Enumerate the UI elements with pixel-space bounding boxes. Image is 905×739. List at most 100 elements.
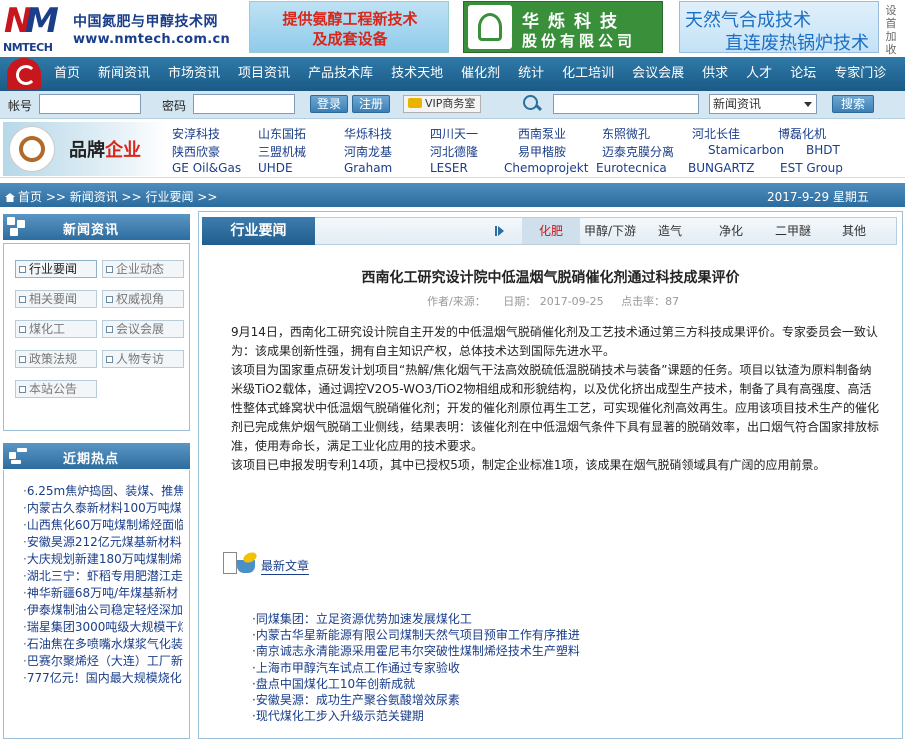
hot-item[interactable]: ·湖北三宁：虾稻专用肥潜江走 (23, 567, 183, 584)
hot-item[interactable]: ·石油焦在多喷嘴水煤浆气化装 (23, 635, 183, 652)
hot-item[interactable]: ·瑞星集团3000吨级大规模干煤 (23, 618, 183, 635)
brand-link[interactable]: 安淳科技 (172, 125, 258, 142)
home-link[interactable]: 首 (884, 17, 898, 30)
latest-article-item[interactable]: ·同煤集团：立足资源优势加速发展煤化工 (252, 611, 580, 627)
add-favorite-link[interactable]: 加 (884, 30, 898, 43)
nav-conferences[interactable]: 会议会展 (623, 57, 693, 91)
main-nav: 首页 新闻资讯 市场资讯 项目资讯 产品技术库 技术天地 催化剂 统计 化工培训… (0, 57, 905, 91)
brand-link[interactable]: 河北长佳 (692, 125, 778, 142)
nav-talent[interactable]: 人才 (737, 57, 781, 91)
brand-link[interactable]: EST Group (780, 161, 843, 175)
news-link-related[interactable]: 相关要闻 (15, 290, 97, 308)
latest-article-item[interactable]: ·现代煤化工步入升级示范关键期 (252, 708, 580, 724)
brand-link[interactable]: GE Oil&Gas (172, 161, 258, 175)
nav-catalyst[interactable]: 催化剂 (452, 57, 509, 91)
nav-forum[interactable]: 论坛 (781, 57, 825, 91)
tab-purification[interactable]: 净化 (700, 218, 762, 244)
hot-item[interactable]: ·安徽昊源212亿元煤基新材料 (23, 533, 183, 550)
brand-link[interactable]: UHDE (258, 161, 344, 175)
tab-gasification[interactable]: 造气 (640, 218, 700, 244)
hot-item[interactable]: ·6.25m焦炉捣固、装煤、推焦 (23, 482, 183, 499)
search-category-select[interactable]: 新闻资讯 (709, 94, 817, 114)
set-homepage-link[interactable]: 设 (884, 4, 898, 17)
news-link-authority[interactable]: 权威视角 (102, 290, 184, 308)
brand-link[interactable]: Stamicarbon (708, 143, 806, 160)
nav-product-library[interactable]: 产品技术库 (299, 57, 382, 91)
nav-market[interactable]: 市场资讯 (159, 57, 229, 91)
ad1-line1: 提供氨醇工程新技术 (282, 10, 418, 28)
banner-ad-gas-synthesis[interactable]: 天然气合成技术 直连废热锅炉技术 (679, 1, 879, 54)
brand-link[interactable]: 山东国拓 (258, 125, 344, 142)
category-value: 新闻资讯 (713, 97, 762, 111)
brand-link[interactable]: BHDT (806, 143, 840, 160)
latest-article-item[interactable]: ·内蒙古华星新能源有限公司煤制天然气项目预审工作有序推进 (252, 627, 580, 643)
news-link-coal-chemical[interactable]: 煤化工 (15, 320, 97, 338)
hot-item[interactable]: ·山西焦化60万吨煤制烯烃面临 (23, 516, 183, 533)
search-button[interactable]: 搜索 (832, 95, 875, 113)
brand-link[interactable]: Chemoprojekt (504, 161, 596, 175)
vip-room-button[interactable]: VIP商务室 (403, 95, 482, 113)
brand-link[interactable]: 三盟机械 (258, 143, 344, 160)
tab-dme[interactable]: 二甲醚 (762, 218, 824, 244)
vip-icon (408, 98, 422, 108)
brand-link[interactable]: 东照微孔 (602, 125, 692, 142)
latest-article-item[interactable]: ·安徽昊源：成功生产聚谷氨酸增效尿素 (252, 692, 580, 708)
brand-link[interactable]: 华烁科技 (344, 125, 430, 142)
nav-supply[interactable]: 供求 (693, 57, 737, 91)
nav-experts[interactable]: 专家门诊 (825, 57, 895, 91)
bookmark-link[interactable]: 收 (884, 43, 898, 56)
tab-fertilizer[interactable]: 化肥 (522, 218, 580, 244)
brand-row-1: 安淳科技 山东国拓 华烁科技 四川天一 西南泵业 东照微孔 河北长佳 博磊化机 (172, 125, 826, 142)
brand-link[interactable]: 四川天一 (430, 125, 518, 142)
brand-link[interactable]: Graham (344, 161, 430, 175)
nav-training[interactable]: 化工培训 (553, 57, 623, 91)
brand-link[interactable]: BUNGARTZ (688, 161, 780, 175)
login-button[interactable]: 登录 (310, 95, 349, 113)
hot-item[interactable]: ·内蒙古久泰新材料100万吨煤 (23, 499, 183, 516)
hot-item[interactable]: ·神华新疆68万吨/年煤基新材 (23, 584, 183, 601)
news-link-announcements[interactable]: 本站公告 (15, 380, 97, 398)
latest-article-item[interactable]: ·盘点中国煤化工10年创新成就 (252, 676, 580, 692)
hot-item[interactable]: ·大庆规划新建180万吨煤制烯 (23, 550, 183, 567)
hot-item[interactable]: ·伊泰煤制油公司稳定轻烃深加 (23, 601, 183, 618)
brand-link[interactable]: 西南泵业 (518, 125, 602, 142)
news-link-policy[interactable]: 政策法规 (15, 350, 97, 368)
tab-other[interactable]: 其他 (824, 218, 884, 244)
breadcrumb-path[interactable]: 首页 >> 新闻资讯 >> 行业要闻 >> (5, 188, 217, 205)
news-link-interviews[interactable]: 人物专访 (102, 350, 184, 368)
news-link-industry[interactable]: 行业要闻 (15, 260, 97, 278)
register-button[interactable]: 注册 (352, 95, 391, 113)
news-link-conferences[interactable]: 会议会展 (102, 320, 184, 338)
nav-statistics[interactable]: 统计 (509, 57, 553, 91)
site-logo[interactable]: NM NMTECH (3, 4, 59, 54)
news-section-title: 新闻资讯 (63, 223, 120, 238)
password-input[interactable] (193, 94, 295, 114)
latest-article-item[interactable]: ·南京诚志永清能源采用霍尼韦尔突破性煤制烯烃技术生产塑料 (252, 643, 580, 659)
news-link-company[interactable]: 企业动态 (102, 260, 184, 278)
nav-projects[interactable]: 项目资讯 (229, 57, 299, 91)
search-input[interactable] (553, 94, 699, 114)
nav-home[interactable]: 首页 (45, 57, 89, 91)
hot-item[interactable]: ·巴赛尔聚烯烃（大连）工厂新 (23, 652, 183, 669)
latest-articles-label[interactable]: 最新文章 (261, 557, 310, 575)
tab-methanol[interactable]: 甲醇/下游 (580, 218, 640, 244)
nav-news[interactable]: 新闻资讯 (89, 57, 159, 91)
brand-link[interactable]: 易甲楷胺 (518, 143, 602, 160)
brand-link[interactable]: 迈泰克膜分离 (602, 143, 708, 160)
site-url[interactable]: www.nmtech.com.cn (73, 32, 230, 47)
banner-ad-equipment[interactable]: 提供氨醇工程新技术 及成套设备 (249, 1, 449, 53)
password-label: 密码 (162, 99, 187, 113)
brand-link[interactable]: LESER (430, 161, 504, 175)
brand-link[interactable]: 河南龙基 (344, 143, 430, 160)
nav-tech[interactable]: 技术天地 (382, 57, 452, 91)
brand-link[interactable]: 博磊化机 (778, 125, 826, 142)
brand-link[interactable]: 陕西欣豪 (172, 143, 258, 160)
banner-ad-huashuo[interactable]: 华烁科技 股份有限公司 (463, 1, 663, 53)
hot-item[interactable]: ·777亿元！国内最大规模烧化 (23, 669, 183, 686)
brand-link[interactable]: Eurotecnica (596, 161, 688, 175)
brand-link[interactable]: 河北德隆 (430, 143, 518, 160)
site-name[interactable]: 中国氮肥与甲醇技术网 (73, 11, 218, 31)
breadcrumb: 首页 >> 新闻资讯 >> 行业要闻 >> 2017-9-29 星期五 (0, 183, 905, 207)
account-input[interactable] (39, 94, 141, 114)
latest-article-item[interactable]: ·上海市甲醇汽车试点工作通过专家验收 (252, 660, 580, 676)
